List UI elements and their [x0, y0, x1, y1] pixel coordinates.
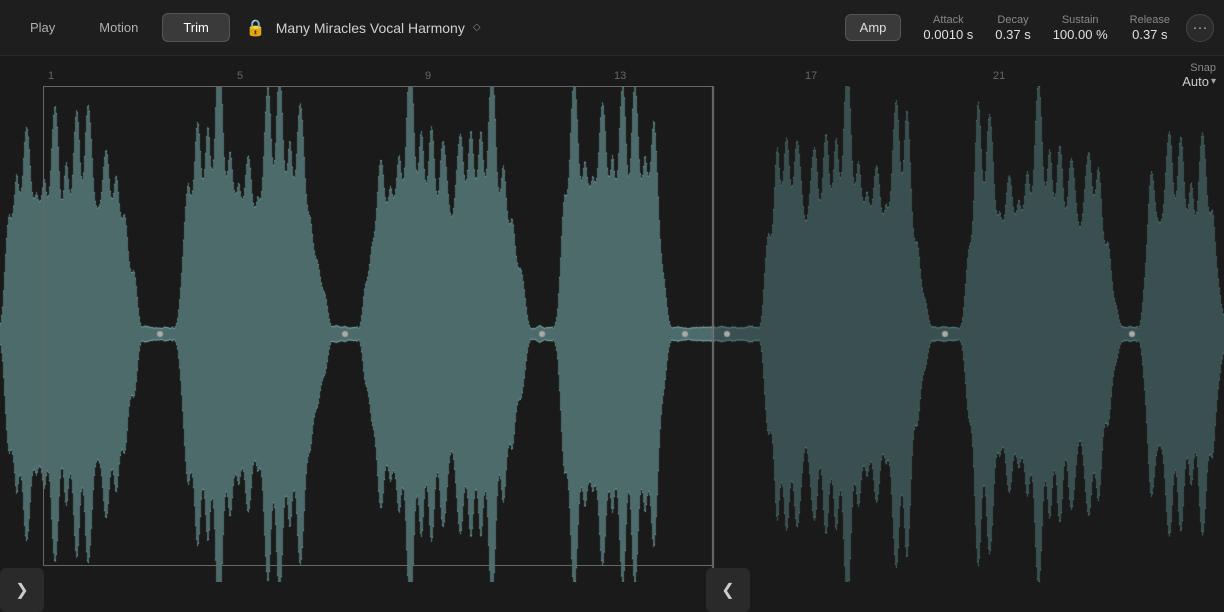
sustain-label: Sustain — [1062, 14, 1099, 26]
release-value: 0.37 s — [1132, 27, 1167, 42]
ruler: 1 5 9 13 17 21 — [0, 56, 1224, 86]
ruler-marker-5: 5 — [237, 70, 243, 82]
sustain-value: 100.00 % — [1053, 27, 1108, 42]
snap-area: Snap Auto ▾ — [1182, 62, 1216, 89]
more-button[interactable]: ··· — [1186, 14, 1214, 42]
attack-label: Attack — [933, 14, 964, 26]
sustain-param: Sustain 100.00 % — [1053, 14, 1108, 42]
trim-tab[interactable]: Trim — [162, 13, 230, 42]
decay-value: 0.37 s — [995, 27, 1030, 42]
attack-param: Attack 0.0010 s — [923, 14, 973, 42]
motion-tab[interactable]: Motion — [79, 14, 158, 41]
ruler-marker-9: 9 — [425, 70, 431, 82]
right-arrow-icon: ❮ — [721, 580, 734, 600]
right-nav-button[interactable]: ❮ — [706, 568, 750, 612]
left-arrow-icon: ❯ — [15, 580, 28, 600]
release-param: Release 0.37 s — [1130, 14, 1170, 42]
amp-button[interactable]: Amp — [845, 14, 902, 41]
waveform-display[interactable] — [0, 86, 1224, 582]
snap-value-text: Auto — [1182, 74, 1209, 89]
snap-chevron-icon: ▾ — [1211, 76, 1216, 87]
snap-value[interactable]: Auto ▾ — [1182, 74, 1216, 89]
ruler-marker-1: 1 — [48, 70, 54, 82]
attack-value: 0.0010 s — [923, 27, 973, 42]
waveform-container: 1 5 9 13 17 21 ❯ ❮ — [0, 56, 1224, 612]
left-nav-button[interactable]: ❯ — [0, 568, 44, 612]
snap-label: Snap — [1190, 62, 1216, 74]
diamond-icon: ◇ — [473, 22, 481, 33]
track-name: Many Miracles Vocal Harmony — [276, 20, 465, 36]
ruler-marker-13: 13 — [614, 70, 626, 82]
decay-param: Decay 0.37 s — [995, 14, 1030, 42]
ruler-marker-17: 17 — [805, 70, 817, 82]
play-tab[interactable]: Play — [10, 14, 75, 41]
decay-label: Decay — [997, 14, 1028, 26]
release-label: Release — [1130, 14, 1170, 26]
ruler-marker-21: 21 — [993, 70, 1005, 82]
lock-icon: 🔒 — [246, 18, 266, 38]
top-bar: Play Motion Trim 🔒 Many Miracles Vocal H… — [0, 0, 1224, 56]
